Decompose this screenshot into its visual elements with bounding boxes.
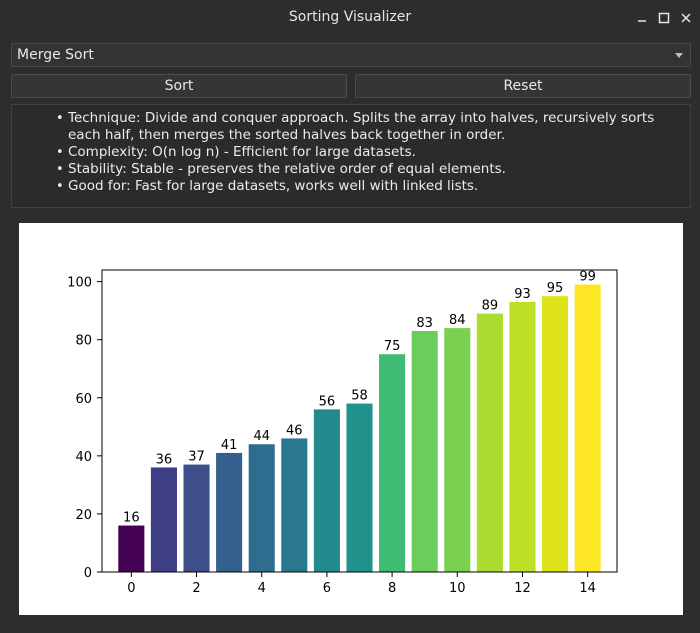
bar: [216, 452, 243, 572]
data-label: 93: [514, 287, 531, 302]
data-label: 89: [482, 299, 499, 314]
bar: [574, 284, 601, 572]
y-tick-label: 100: [67, 276, 92, 291]
algorithm-select-value: Merge Sort: [17, 47, 94, 63]
reset-button[interactable]: Reset: [355, 74, 691, 98]
bullet: •: [56, 162, 64, 177]
x-tick-label: 6: [323, 581, 331, 596]
bullet: •: [56, 179, 64, 194]
bar: [476, 313, 503, 572]
info-item-stability: • Stability: Stable - preserves the relat…: [56, 161, 684, 178]
y-tick-label: 0: [84, 566, 92, 581]
data-label: 41: [221, 438, 238, 453]
bar: [444, 328, 471, 572]
close-icon[interactable]: [676, 8, 696, 28]
x-tick-label: 4: [258, 581, 266, 596]
bar: [542, 296, 569, 572]
bar: [248, 444, 275, 572]
data-label: 56: [319, 394, 336, 409]
bar: [379, 354, 406, 572]
data-label: 99: [579, 270, 596, 285]
x-tick-label: 14: [579, 581, 596, 596]
y-tick-label: 40: [75, 450, 92, 465]
y-tick-label: 80: [75, 334, 92, 349]
bullet: •: [56, 111, 64, 126]
data-label: 44: [253, 429, 270, 444]
data-label: 83: [416, 316, 433, 331]
data-label: 75: [384, 339, 401, 354]
bar: [150, 467, 177, 572]
bar: [411, 330, 438, 572]
info-list: • Technique: Divide and conquer approach.…: [56, 110, 684, 195]
data-label: 58: [351, 389, 368, 404]
info-text: Complexity: O(n log n) - Efficient for l…: [68, 144, 416, 160]
title-bar: Sorting Visualizer: [0, 0, 700, 36]
y-tick-label: 20: [75, 508, 92, 523]
data-label: 16: [123, 511, 140, 526]
data-label: 37: [188, 450, 205, 465]
info-item-complexity: • Complexity: O(n log n) - Efficient for …: [56, 144, 684, 161]
window-title: Sorting Visualizer: [288, 9, 412, 25]
bar: [183, 464, 210, 572]
x-tick-label: 10: [449, 581, 466, 596]
info-text: Technique: Divide and conquer approach. …: [68, 110, 655, 143]
bar: [509, 301, 536, 572]
data-label: 95: [547, 281, 564, 296]
chart-canvas: 16 36 37 41 44 46 56 58 75 83 84 89 93 95 99 0 2 4 6 8 10 12 1…: [19, 223, 683, 615]
maximize-icon[interactable]: [654, 8, 674, 28]
x-tick-label: 2: [192, 581, 200, 596]
bar: [281, 438, 308, 572]
sort-button[interactable]: Sort: [11, 74, 347, 98]
bullet: •: [56, 145, 64, 160]
info-item-good-for: • Good for: Fast for large datasets, work…: [56, 178, 684, 195]
bar-chart: 1636 374144 4656 587583 848993 95990 2 4 6 8 10 12 1…: [67, 269, 618, 596]
minimize-icon[interactable]: [632, 8, 652, 28]
chevron-down-icon: [675, 53, 683, 58]
x-tick-label: 12: [514, 581, 531, 596]
data-label: 36: [156, 452, 173, 467]
info-text: Good for: Fast for large datasets, works…: [68, 178, 479, 194]
data-label: 46: [286, 423, 303, 438]
info-text: Stability: Stable - preserves the relati…: [68, 161, 506, 177]
algorithm-select[interactable]: Merge Sort: [11, 43, 691, 67]
x-tick-label: 0: [127, 581, 135, 596]
bar: [118, 525, 145, 572]
bar: [346, 403, 373, 572]
x-tick-label: 8: [388, 581, 396, 596]
y-tick-label: 60: [75, 392, 92, 407]
bar: [313, 409, 340, 572]
data-label: 84: [449, 313, 466, 328]
info-item-technique: • Technique: Divide and conquer approach.…: [56, 110, 684, 144]
algorithm-info-panel: • Technique: Divide and conquer approach.…: [11, 104, 691, 208]
